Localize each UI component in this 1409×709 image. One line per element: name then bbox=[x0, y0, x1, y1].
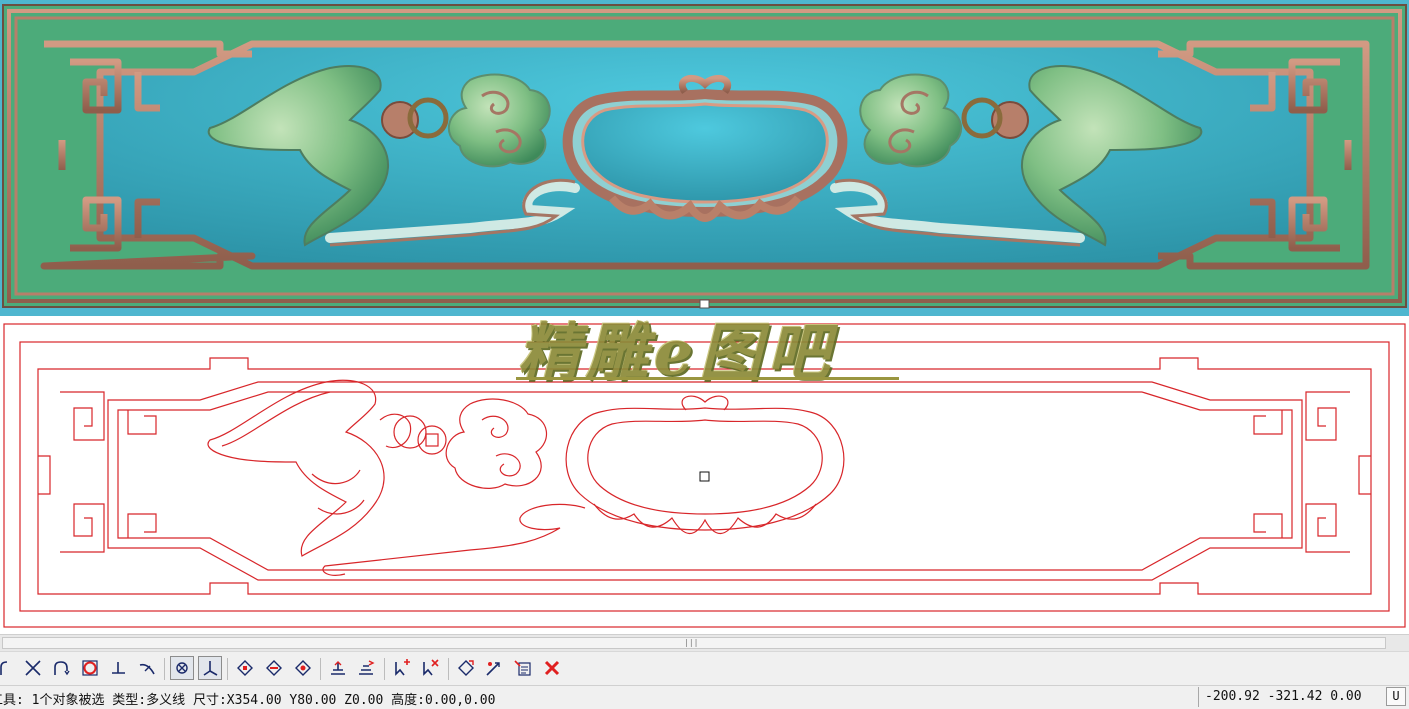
list-tool-button[interactable] bbox=[511, 656, 535, 680]
snap-ortho-icon bbox=[203, 661, 218, 676]
layer-tool-2-button[interactable] bbox=[354, 656, 378, 680]
circle-tool-icon bbox=[82, 660, 98, 676]
circle-tool-button[interactable] bbox=[78, 656, 102, 680]
status-bar: 工具: 1个对象被选 类型:多义线 尺寸:X354.00 Y80.00 Z0.0… bbox=[0, 685, 1409, 709]
list-tool-icon bbox=[514, 660, 531, 676]
toolbar-separator bbox=[227, 658, 228, 680]
layer-tool-1-icon bbox=[331, 661, 345, 675]
transform-2-icon bbox=[486, 662, 500, 676]
transform-1-button[interactable] bbox=[454, 656, 478, 680]
snap-ortho-button[interactable] bbox=[198, 656, 222, 680]
node-edit-3-icon bbox=[295, 660, 311, 676]
fillet-tool-button[interactable] bbox=[49, 656, 73, 680]
drawing-toolbar bbox=[0, 651, 1409, 686]
toolbar-separator bbox=[320, 658, 321, 680]
unit-indicator[interactable]: U bbox=[1386, 687, 1406, 706]
node-edit-2-button[interactable] bbox=[262, 656, 286, 680]
snap-grid-button[interactable] bbox=[170, 656, 194, 680]
watermark-underline bbox=[516, 377, 899, 380]
fillet-tool-icon bbox=[54, 661, 70, 676]
scrollbar-grip-icon: ||| bbox=[684, 638, 699, 647]
status-text: 工具: 1个对象被选 类型:多义线 尺寸:X354.00 Y80.00 Z0.0… bbox=[0, 693, 496, 708]
horizontal-scrollbar[interactable]: ||| bbox=[0, 634, 1409, 652]
trim-tool-icon bbox=[25, 660, 41, 676]
tangent-tool-icon bbox=[139, 663, 155, 675]
cursor-coordinates: -200.92 -321.42 0.00 bbox=[1205, 689, 1362, 704]
trim-tool-button[interactable] bbox=[21, 656, 45, 680]
coordinate-panel: -200.92 -321.42 0.00 bbox=[1198, 687, 1383, 707]
node-edit-2-icon bbox=[266, 660, 282, 676]
delete-button[interactable] bbox=[540, 656, 564, 680]
select-add-icon bbox=[395, 659, 410, 676]
delete-icon bbox=[544, 660, 560, 676]
toolbar-separator bbox=[448, 658, 449, 680]
arc-tool-button[interactable] bbox=[0, 656, 14, 680]
layer-tool-2-icon bbox=[359, 660, 375, 675]
layer-tool-1-button[interactable] bbox=[326, 656, 350, 680]
toolbar-separator bbox=[164, 658, 165, 680]
tangent-tool-button[interactable] bbox=[135, 656, 159, 680]
toolbar-separator bbox=[384, 658, 385, 680]
arc-tool-icon bbox=[0, 661, 8, 675]
select-add-button[interactable] bbox=[390, 656, 414, 680]
snap-grid-icon bbox=[176, 662, 188, 674]
transform-2-button[interactable] bbox=[482, 656, 506, 680]
relief-preview bbox=[0, 0, 1409, 316]
transform-1-icon bbox=[458, 660, 474, 676]
select-remove-button[interactable] bbox=[418, 656, 442, 680]
select-remove-icon bbox=[423, 659, 439, 676]
node-edit-1-icon bbox=[237, 660, 253, 676]
node-edit-3-button[interactable] bbox=[291, 656, 315, 680]
perpendicular-tool-button[interactable] bbox=[106, 656, 130, 680]
node-edit-1-button[interactable] bbox=[233, 656, 257, 680]
perpendicular-tool-icon bbox=[112, 662, 125, 674]
